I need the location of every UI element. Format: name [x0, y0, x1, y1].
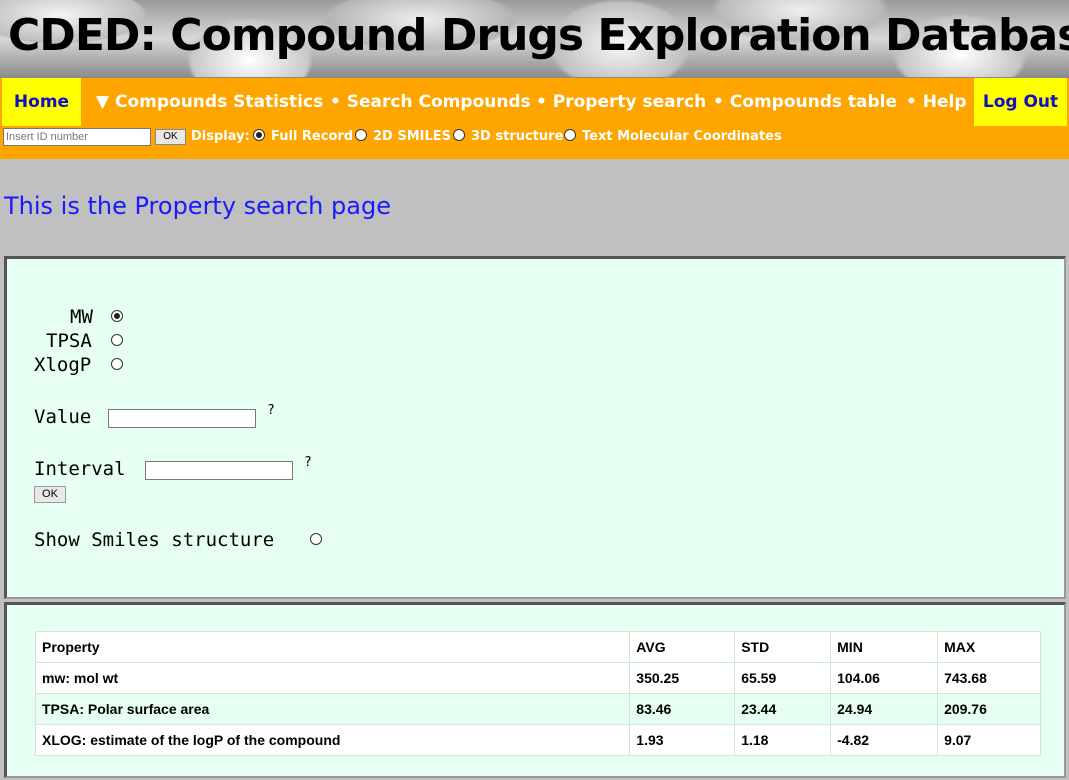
- property-tpsa-radio[interactable]: [111, 334, 123, 346]
- nav-home[interactable]: Home: [2, 78, 81, 126]
- nav-logout[interactable]: Log Out: [974, 78, 1067, 126]
- header-std: STD: [734, 631, 832, 663]
- site-title: CDED: Compound Drugs Exploration Databas…: [8, 10, 1069, 61]
- id-number-input[interactable]: [3, 128, 151, 146]
- nav-property-search[interactable]: • Property search: [536, 78, 706, 126]
- display-3d-structure-radio[interactable]: [453, 129, 465, 141]
- value-help-mark[interactable]: ?: [267, 403, 275, 418]
- page-heading: This is the Property search page: [4, 192, 391, 220]
- display-full-record-label: Full Record: [271, 129, 354, 144]
- cell-min: -4.82: [830, 724, 939, 756]
- property-stats-panel: Property AVG STD MIN MAX mw: mol wt 350.…: [4, 602, 1066, 778]
- display-full-record-radio[interactable]: [253, 129, 265, 141]
- nav-search-compounds[interactable]: • Search Compounds: [330, 78, 531, 126]
- cell-max: 9.07: [937, 724, 1041, 756]
- interval-label: Interval: [34, 458, 126, 480]
- display-2d-smiles-radio[interactable]: [355, 129, 367, 141]
- cell-avg: 350.25: [629, 662, 736, 694]
- header-max: MAX: [937, 631, 1041, 663]
- header-banner: CDED: Compound Drugs Exploration Databas…: [0, 0, 1069, 78]
- nav-compounds-statistics[interactable]: ▼ Compounds Statistics: [96, 78, 323, 126]
- property-tpsa-label: TPSA: [46, 330, 92, 352]
- property-xlogp-label: XlogP: [34, 354, 92, 376]
- cell-std: 65.59: [734, 662, 832, 694]
- header-avg: AVG: [629, 631, 736, 663]
- property-stats-table: Property AVG STD MIN MAX mw: mol wt 350.…: [34, 631, 1041, 756]
- display-text-coords-label: Text Molecular Coordinates: [582, 129, 782, 144]
- nav-compounds-table[interactable]: • Compounds table: [713, 78, 897, 126]
- display-2d-smiles-label: 2D SMILES: [373, 129, 452, 144]
- interval-help-mark[interactable]: ?: [304, 455, 312, 470]
- property-mw-label: MW: [70, 306, 93, 328]
- property-search-form: MW TPSA XlogP Value ? Interval ? OK Show…: [4, 256, 1066, 599]
- cell-std: 1.18: [734, 724, 832, 756]
- cell-avg: 83.46: [629, 693, 736, 725]
- value-label: Value: [34, 406, 92, 428]
- property-mw-radio[interactable]: [111, 310, 123, 322]
- header-property: Property: [34, 631, 631, 663]
- cell-property: mw: mol wt: [34, 662, 631, 694]
- cell-avg: 1.93: [629, 724, 736, 756]
- value-input[interactable]: [108, 409, 256, 428]
- table-row: TPSA: Polar surface area 83.46 23.44 24.…: [34, 693, 1041, 725]
- main-nav: Home ▼ Compounds Statistics • Search Com…: [0, 78, 1069, 126]
- show-smiles-label: Show Smiles structure: [34, 529, 275, 551]
- cell-max: 743.68: [937, 662, 1041, 694]
- display-text-coords-radio[interactable]: [564, 129, 576, 141]
- id-search-bar: OK Display: Full Record 2D SMILES 3D str…: [0, 126, 1069, 159]
- show-smiles-radio[interactable]: [310, 533, 322, 545]
- display-3d-structure-label: 3D structure: [471, 129, 564, 144]
- cell-min: 104.06: [830, 662, 939, 694]
- id-ok-button[interactable]: OK: [155, 129, 186, 145]
- nav-help[interactable]: • Help: [906, 78, 967, 126]
- table-row: XLOG: estimate of the logP of the compou…: [34, 724, 1041, 756]
- search-ok-button[interactable]: OK: [34, 486, 66, 503]
- table-header-row: Property AVG STD MIN MAX: [34, 631, 1041, 663]
- cell-min: 24.94: [830, 693, 939, 725]
- display-label: Display:: [191, 129, 250, 144]
- cell-property: TPSA: Polar surface area: [34, 693, 631, 725]
- cell-max: 209.76: [937, 693, 1041, 725]
- cell-std: 23.44: [734, 693, 832, 725]
- property-xlogp-radio[interactable]: [111, 358, 123, 370]
- cell-property: XLOG: estimate of the logP of the compou…: [34, 724, 631, 756]
- interval-input[interactable]: [145, 461, 293, 480]
- header-min: MIN: [830, 631, 939, 663]
- table-row: mw: mol wt 350.25 65.59 104.06 743.68: [34, 662, 1041, 694]
